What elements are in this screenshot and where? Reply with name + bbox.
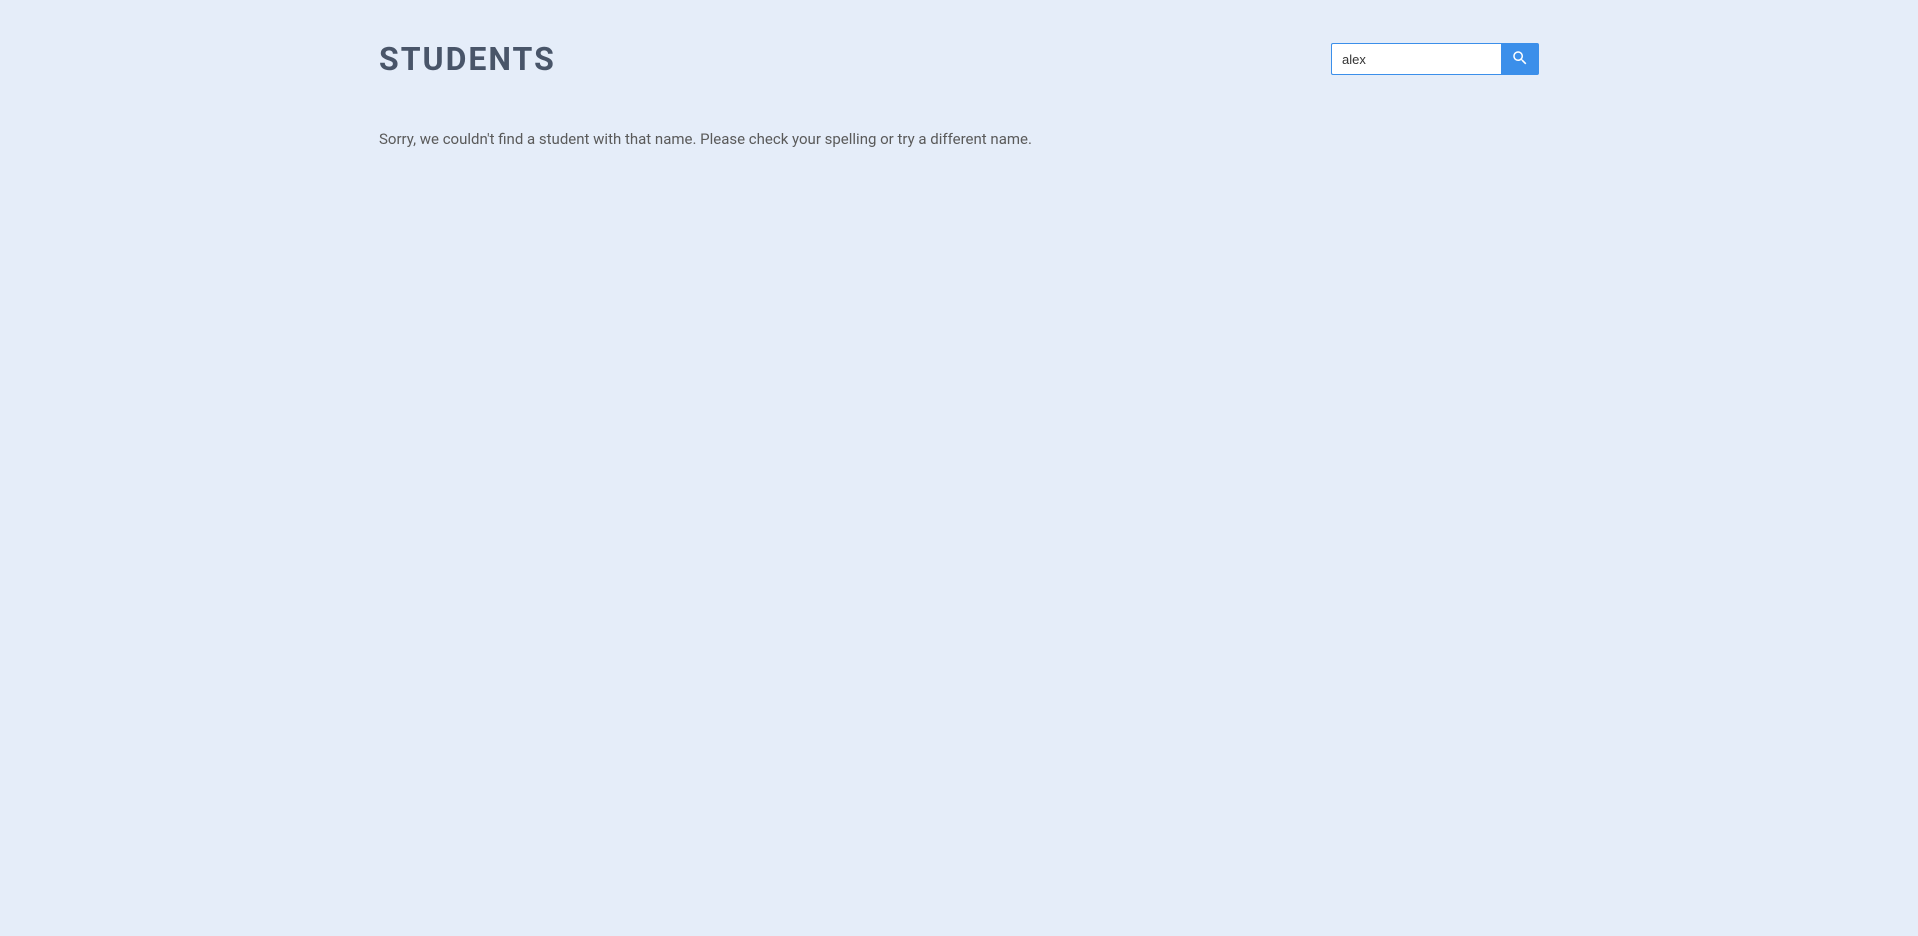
page-title: STUDENTS — [379, 40, 556, 78]
search-container — [1331, 43, 1539, 75]
search-button[interactable] — [1501, 43, 1539, 75]
header: STUDENTS — [379, 40, 1539, 78]
search-icon — [1511, 49, 1529, 70]
main-container: STUDENTS Sorry, we couldn't find a stude… — [359, 0, 1559, 191]
not-found-message: Sorry, we couldn't find a student with t… — [379, 128, 1539, 151]
search-input[interactable] — [1331, 43, 1501, 75]
